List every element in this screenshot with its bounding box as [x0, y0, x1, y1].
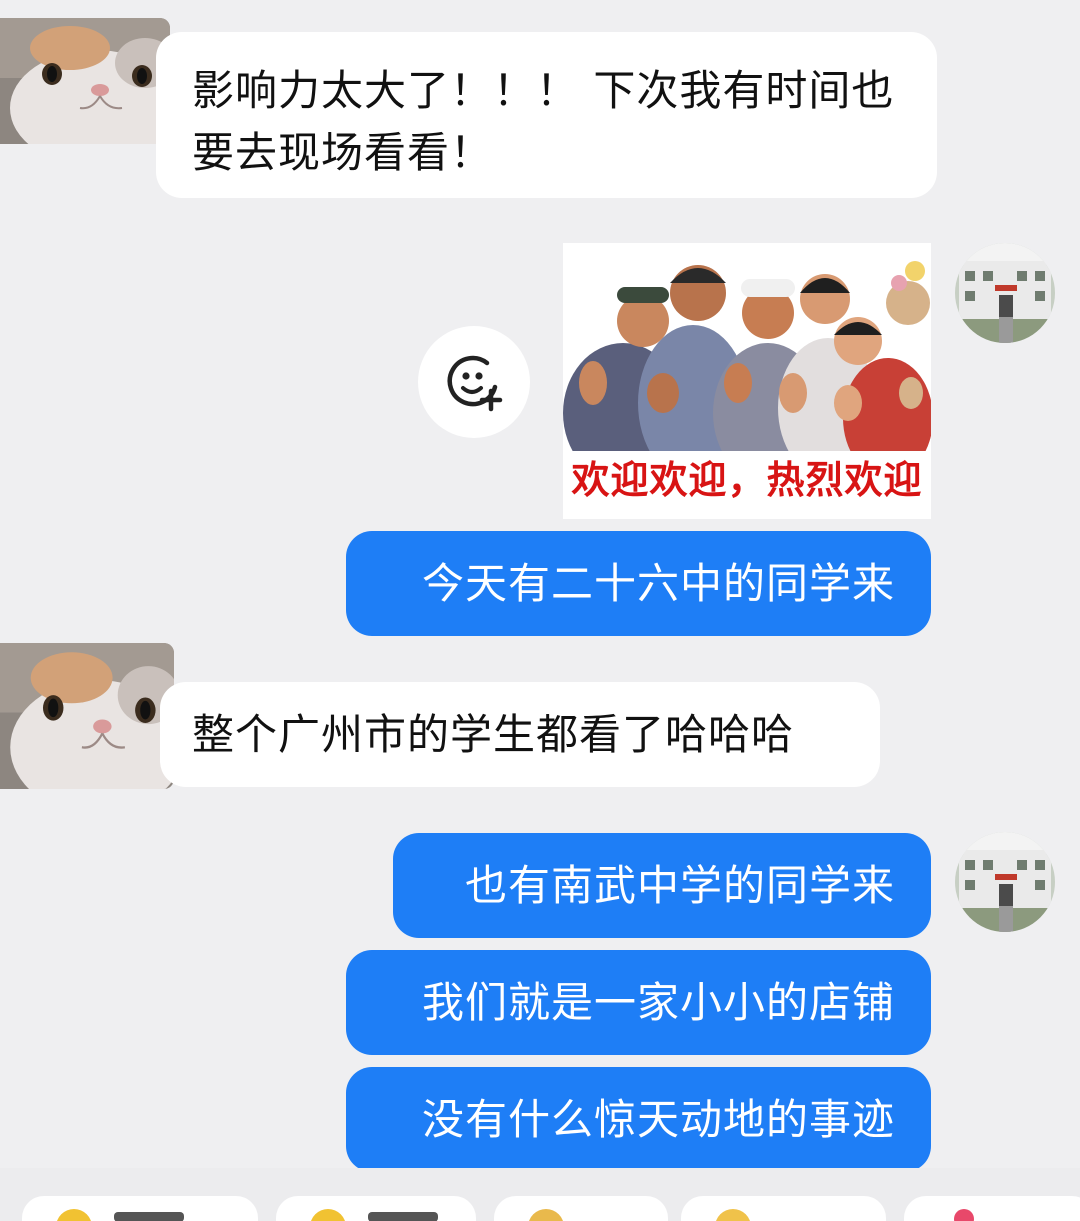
quick-reply-chip[interactable]	[22, 1196, 258, 1221]
smiley-plus-icon	[447, 355, 503, 412]
welcome-poster-image	[563, 243, 931, 483]
cat-avatar-image	[0, 18, 170, 144]
emoji-icon	[56, 1209, 92, 1221]
quick-reply-chip[interactable]	[494, 1196, 668, 1221]
quick-reply-chip[interactable]	[904, 1196, 1080, 1221]
chat-view: 影响力太大了！！！ 下次我有时间也 要去现场看看！ 欢迎欢迎，热烈欢迎 今天有二…	[0, 0, 1080, 1221]
emoji-icon	[310, 1209, 346, 1221]
add-sticker-button[interactable]	[418, 326, 530, 438]
contact-avatar[interactable]	[0, 643, 174, 789]
outgoing-message-bubble[interactable]: 今天有二十六中的同学来	[346, 531, 931, 636]
quick-reply-chip[interactable]	[276, 1196, 476, 1221]
building-avatar-image	[955, 243, 1055, 343]
quick-reply-bar	[0, 1168, 1080, 1221]
chip-label-placeholder	[114, 1212, 184, 1221]
emoji-icon	[528, 1209, 564, 1221]
quick-reply-chip[interactable]	[681, 1196, 886, 1221]
message-text: 整个广州市的学生都看了哈哈哈	[192, 710, 795, 759]
message-text: 今天有二十六中的同学来	[421, 559, 895, 608]
sticker-caption: 欢迎欢迎，热烈欢迎	[571, 457, 923, 502]
outgoing-message-bubble[interactable]: 没有什么惊天动地的事迹	[346, 1067, 931, 1172]
emoji-icon	[715, 1209, 751, 1221]
message-text: 影响力太大了！！！ 下次我有时间也	[192, 66, 895, 115]
message-text: 也有南武中学的同学来	[464, 861, 895, 910]
message-text: 我们就是一家小小的店铺	[421, 978, 895, 1027]
my-avatar[interactable]	[955, 243, 1055, 343]
cat-avatar-image	[0, 643, 174, 789]
chip-label-placeholder	[368, 1212, 438, 1221]
sticker-message[interactable]: 欢迎欢迎，热烈欢迎	[563, 243, 931, 519]
message-text: 没有什么惊天动地的事迹	[421, 1095, 895, 1144]
heart-icon	[954, 1209, 974, 1221]
incoming-message-bubble[interactable]: 整个广州市的学生都看了哈哈哈	[160, 682, 880, 787]
my-avatar[interactable]	[955, 832, 1055, 932]
building-avatar-image	[955, 832, 1055, 932]
contact-avatar[interactable]	[0, 18, 170, 144]
message-text: 要去现场看看！	[192, 128, 494, 177]
outgoing-message-bubble[interactable]: 也有南武中学的同学来	[393, 833, 931, 938]
outgoing-message-bubble[interactable]: 我们就是一家小小的店铺	[346, 950, 931, 1055]
incoming-message-bubble[interactable]: 影响力太大了！！！ 下次我有时间也 要去现场看看！	[156, 32, 937, 198]
